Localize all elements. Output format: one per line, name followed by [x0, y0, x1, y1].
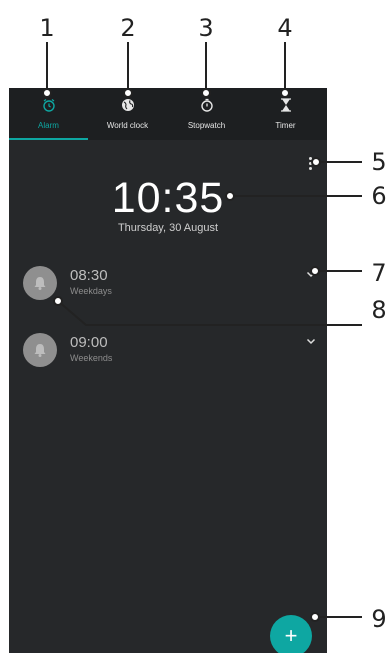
- tab-timer[interactable]: Timer: [246, 88, 325, 140]
- tab-bar: Alarm World clock Stopwatch Timer: [9, 88, 327, 140]
- tab-stopwatch-label: Stopwatch: [187, 121, 226, 130]
- callout-2: 2: [120, 14, 136, 42]
- tab-alarm[interactable]: Alarm: [9, 88, 88, 140]
- callout-9: 9: [371, 605, 387, 633]
- callout-5: 5: [371, 148, 387, 176]
- callout-3: 3: [198, 14, 214, 42]
- globe-icon: [121, 99, 134, 111]
- alarm-time: 08:30: [70, 267, 108, 284]
- alarm-item[interactable]: 08:30 Weekdays: [23, 264, 319, 304]
- alarm-item[interactable]: 09:00 Weekends: [23, 331, 319, 371]
- alarm-clock-icon: [42, 99, 55, 112]
- callout-7: 7: [371, 259, 387, 287]
- callout-1: 1: [39, 14, 55, 42]
- tab-alarm-label: Alarm: [38, 121, 59, 130]
- tab-world-clock[interactable]: World clock: [88, 88, 167, 140]
- alarm-bell-icon: [34, 277, 46, 290]
- more-options-icon[interactable]: [309, 157, 313, 171]
- tab-timer-label: Timer: [275, 121, 296, 130]
- alarm-repeat: Weekends: [70, 353, 113, 363]
- callout-6: 6: [371, 182, 387, 210]
- clock-app-screen: Alarm World clock Stopwatch Timer 10:35 …: [9, 88, 327, 653]
- tab-stopwatch[interactable]: Stopwatch: [167, 88, 246, 140]
- callout-4: 4: [277, 14, 293, 42]
- stopwatch-icon: [200, 98, 213, 112]
- alarm-toggle-button[interactable]: [23, 266, 57, 300]
- current-date: Thursday, 30 August: [117, 222, 219, 234]
- active-tab-indicator: [9, 138, 88, 140]
- alarm-time: 09:00: [70, 334, 108, 351]
- chevron-down-icon[interactable]: [305, 268, 317, 280]
- hourglass-icon: [280, 98, 291, 112]
- alarm-bell-icon: [34, 344, 46, 357]
- alarm-repeat: Weekdays: [70, 286, 112, 296]
- alarm-toggle-button[interactable]: [23, 333, 57, 367]
- add-alarm-button[interactable]: +: [270, 615, 312, 653]
- current-time: 10:35: [111, 174, 225, 222]
- callout-8: 8: [371, 296, 387, 324]
- tab-world-clock-label: World clock: [106, 121, 149, 130]
- chevron-down-icon[interactable]: [305, 335, 317, 347]
